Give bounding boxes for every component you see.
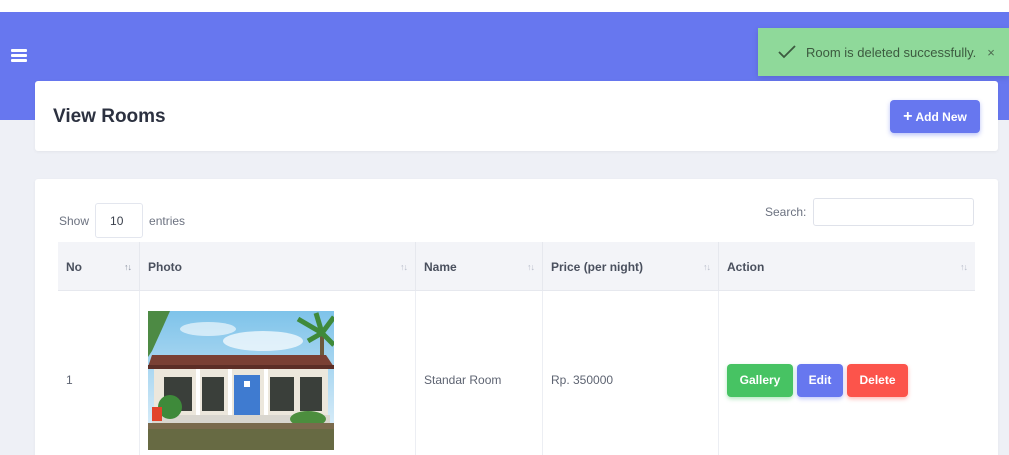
cell-name: Standar Room <box>416 291 543 455</box>
entries-label: entries <box>149 213 186 228</box>
toast-message: Room is deleted successfully. <box>806 44 977 60</box>
gallery-button[interactable]: Gallery <box>727 363 793 397</box>
table-header: No ↑↓ Photo ↑↓ Name ↑↓ Price (per night)… <box>58 242 975 291</box>
rooms-table-card: Show 10 entries Search: No ↑↓ Photo ↑↓ N… <box>35 179 998 455</box>
sort-icon: ↑↓ <box>400 262 408 272</box>
search-control: Search: <box>765 198 975 226</box>
column-header-price[interactable]: Price (per night) ↑↓ <box>543 242 719 291</box>
top-strip <box>0 0 1009 12</box>
entries-select[interactable]: 10 <box>95 203 144 238</box>
search-input[interactable] <box>813 198 975 226</box>
check-icon <box>778 45 796 59</box>
entries-value: 10 <box>110 213 124 228</box>
cell-price: Rp. 350000 <box>543 291 719 455</box>
column-header-name[interactable]: Name ↑↓ <box>416 242 543 291</box>
search-label: Search: <box>765 205 807 219</box>
column-header-photo[interactable]: Photo ↑↓ <box>140 242 416 291</box>
table-row: 1 Standar Room Rp. 350000 Gallery Edit D… <box>58 291 975 455</box>
add-new-label: Add New <box>915 109 967 124</box>
sort-icon: ↑↓ <box>124 262 132 272</box>
page-header-card: View Rooms + Add New <box>35 81 998 151</box>
cell-actions: Gallery Edit Delete <box>719 291 975 455</box>
success-toast: Room is deleted successfully. × <box>758 28 1009 76</box>
cell-no: 1 <box>58 291 140 455</box>
cell-photo <box>140 291 416 455</box>
hamburger-menu-icon[interactable] <box>11 49 27 63</box>
entries-length-control: Show 10 entries <box>59 203 185 238</box>
column-header-no[interactable]: No ↑↓ <box>58 242 140 291</box>
column-header-action[interactable]: Action ↑↓ <box>719 242 975 291</box>
sort-icon: ↑↓ <box>703 262 711 272</box>
sort-icon: ↑↓ <box>527 262 535 272</box>
room-photo <box>148 310 334 450</box>
add-new-button[interactable]: + Add New <box>890 100 980 133</box>
edit-button[interactable]: Edit <box>797 363 843 397</box>
delete-button[interactable]: Delete <box>847 363 908 397</box>
page-title: View Rooms <box>53 106 166 127</box>
show-label: Show <box>59 213 90 228</box>
toast-close-icon[interactable]: × <box>981 45 1001 60</box>
sort-icon: ↑↓ <box>960 262 968 272</box>
plus-icon: + <box>903 107 913 125</box>
